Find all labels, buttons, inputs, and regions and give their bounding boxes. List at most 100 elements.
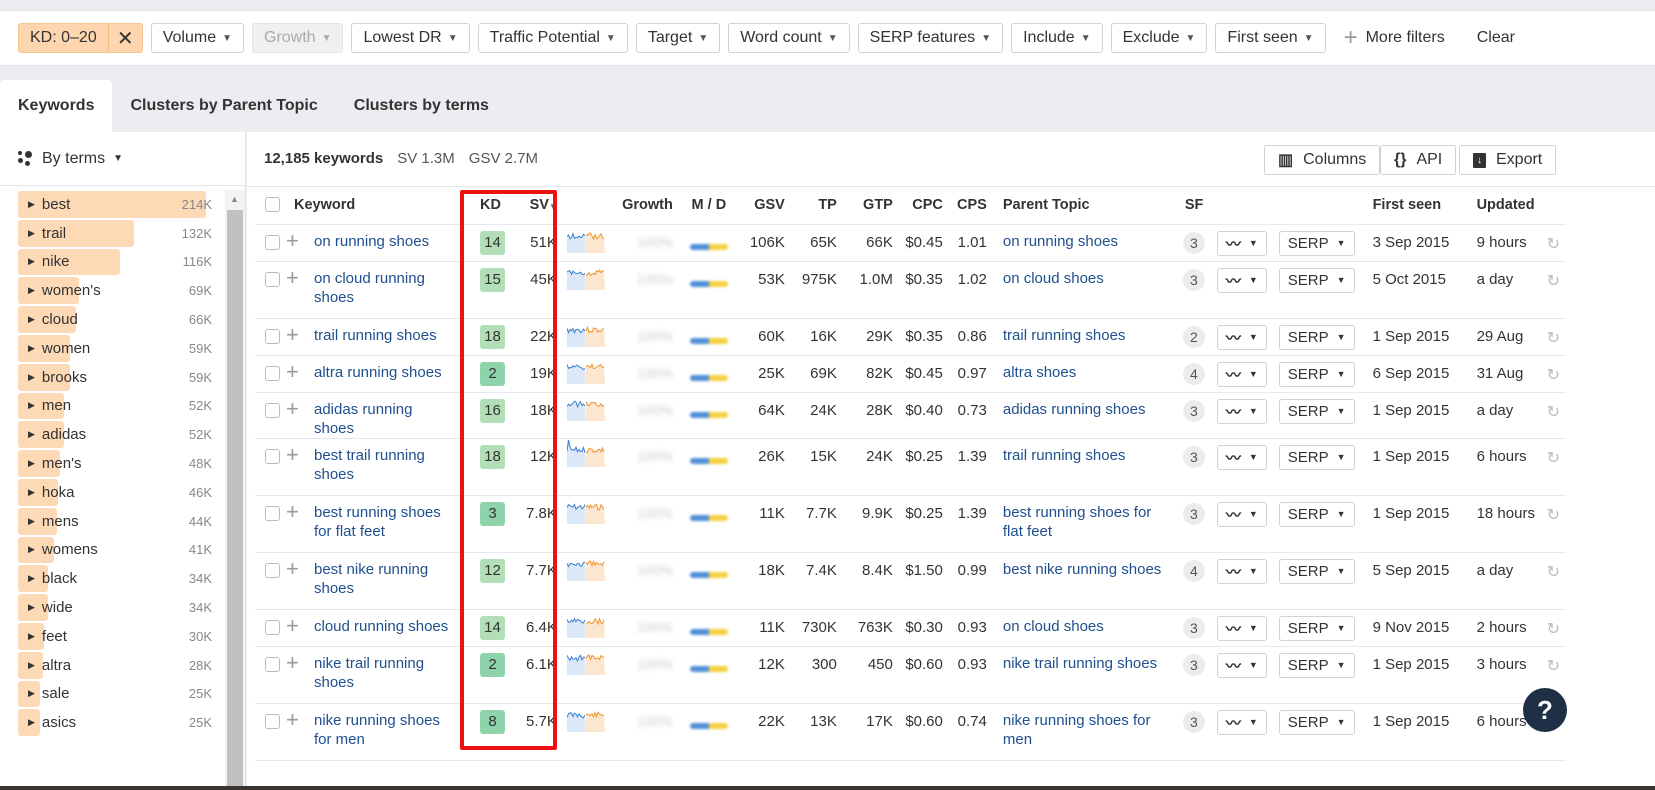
term-item[interactable]: ▶ sale 25K	[18, 680, 218, 709]
serp-dropdown[interactable]: SERP ▼	[1278, 501, 1355, 527]
term-item[interactable]: ▶ men 52K	[18, 392, 218, 421]
col-keyword[interactable]: Keyword	[286, 186, 468, 225]
parent-topic-link[interactable]: nike trail running shoes	[1003, 654, 1173, 673]
serp-dropdown[interactable]: SERP ▼	[1278, 361, 1355, 387]
serp-features-count[interactable]: 3	[1182, 616, 1205, 639]
refresh-icon[interactable]: ↻	[1547, 450, 1560, 467]
expand-triangle-icon[interactable]: ▶	[28, 544, 35, 555]
term-item[interactable]: ▶ altra 28K	[18, 651, 218, 680]
add-to-list-icon[interactable]: +	[286, 499, 299, 524]
refresh-icon[interactable]: ↻	[1547, 564, 1560, 581]
term-item[interactable]: ▶ mens 44K	[18, 507, 218, 536]
col-updated[interactable]: Updated	[1464, 186, 1543, 225]
add-to-list-icon[interactable]: +	[286, 228, 299, 253]
term-item[interactable]: ▶ hoka 46K	[18, 478, 218, 507]
parent-topic-link[interactable]: on running shoes	[1003, 232, 1173, 251]
refresh-icon[interactable]: ↻	[1547, 330, 1560, 347]
col-gtp[interactable]: GTP	[842, 186, 899, 225]
row-checkbox[interactable]	[265, 403, 280, 419]
expand-triangle-icon[interactable]: ▶	[28, 228, 35, 239]
col-growth[interactable]: Growth	[606, 186, 679, 225]
row-checkbox[interactable]	[265, 329, 280, 345]
filter-traffic-potential[interactable]: Traffic Potential ▼	[477, 23, 628, 53]
parent-topic-link[interactable]: adidas running shoes	[1003, 400, 1173, 419]
add-to-list-icon[interactable]: +	[286, 556, 299, 581]
serp-dropdown[interactable]: SERP ▼	[1278, 444, 1355, 470]
expand-triangle-icon[interactable]: ▶	[28, 429, 35, 440]
api-button[interactable]: {} API	[1380, 145, 1457, 175]
tab-clusters-by-terms[interactable]: Clusters by terms	[336, 80, 507, 132]
add-to-list-icon[interactable]: +	[286, 359, 299, 384]
refresh-icon[interactable]: ↻	[1547, 658, 1560, 675]
parent-topic-link[interactable]: trail running shoes	[1003, 446, 1173, 465]
select-all-checkbox[interactable]	[265, 197, 280, 213]
expand-triangle-icon[interactable]: ▶	[28, 314, 35, 325]
keyword-link[interactable]: best nike running shoes	[314, 560, 454, 598]
expand-triangle-icon[interactable]: ▶	[28, 458, 35, 469]
expand-triangle-icon[interactable]: ▶	[28, 717, 35, 728]
parent-topic-link[interactable]: best running shoes for flat feet	[1003, 503, 1173, 541]
filter-target[interactable]: Target ▼	[635, 23, 721, 53]
refresh-icon[interactable]: ↻	[1547, 367, 1560, 384]
sidebar-scrollbar[interactable]: ▲	[225, 190, 245, 790]
row-checkbox[interactable]	[265, 506, 280, 522]
expand-triangle-icon[interactable]: ▶	[28, 256, 35, 267]
add-to-list-icon[interactable]: +	[286, 442, 299, 467]
expand-triangle-icon[interactable]: ▶	[28, 285, 35, 296]
col-cps[interactable]: CPS	[948, 186, 993, 225]
col-cpc[interactable]: CPC	[898, 186, 949, 225]
add-to-list-icon[interactable]: +	[286, 265, 299, 290]
keyword-link[interactable]: on cloud running shoes	[314, 269, 454, 307]
serp-features-count[interactable]: 2	[1182, 325, 1205, 348]
serp-features-count[interactable]: 3	[1182, 653, 1205, 676]
col-md[interactable]: M / D	[678, 186, 739, 225]
chart-dropdown[interactable]: 〰 ▼	[1216, 558, 1267, 584]
row-checkbox[interactable]	[265, 272, 280, 288]
chart-dropdown[interactable]: 〰 ▼	[1216, 267, 1267, 293]
term-item[interactable]: ▶ brooks 59K	[18, 363, 218, 392]
term-item[interactable]: ▶ men's 48K	[18, 449, 218, 478]
serp-features-count[interactable]: 3	[1182, 502, 1205, 525]
serp-features-count[interactable]: 4	[1182, 559, 1205, 582]
row-checkbox[interactable]	[265, 366, 280, 382]
col-first-seen[interactable]: First seen	[1360, 186, 1465, 225]
expand-triangle-icon[interactable]: ▶	[28, 602, 35, 613]
keyword-link[interactable]: nike running shoes for men	[314, 711, 454, 749]
row-checkbox[interactable]	[265, 449, 280, 465]
parent-topic-link[interactable]: trail running shoes	[1003, 326, 1173, 345]
keyword-link[interactable]: cloud running shoes	[314, 617, 454, 636]
expand-triangle-icon[interactable]: ▶	[28, 631, 35, 642]
term-item[interactable]: ▶ women 59K	[18, 334, 218, 363]
term-item[interactable]: ▶ trail 132K	[18, 219, 218, 248]
row-checkbox[interactable]	[265, 563, 280, 579]
add-to-list-icon[interactable]: +	[286, 650, 299, 675]
expand-triangle-icon[interactable]: ▶	[28, 372, 35, 383]
keyword-link[interactable]: altra running shoes	[314, 363, 454, 382]
term-item[interactable]: ▶ nike 116K	[18, 248, 218, 277]
term-item[interactable]: ▶ black 34K	[18, 564, 218, 593]
col-gsv[interactable]: GSV	[738, 186, 791, 225]
term-item[interactable]: ▶ adidas 52K	[18, 420, 218, 449]
serp-dropdown[interactable]: SERP ▼	[1278, 558, 1355, 584]
expand-triangle-icon[interactable]: ▶	[28, 660, 35, 671]
columns-button[interactable]: ▥ Columns	[1264, 145, 1381, 175]
parent-topic-link[interactable]: best nike running shoes	[1003, 560, 1173, 579]
col-sf[interactable]: SF	[1178, 186, 1211, 225]
export-button[interactable]: ↓ Export	[1459, 145, 1557, 175]
expand-triangle-icon[interactable]: ▶	[28, 573, 35, 584]
chart-dropdown[interactable]: 〰 ▼	[1216, 230, 1267, 256]
term-item[interactable]: ▶ womens 41K	[18, 536, 218, 565]
term-item[interactable]: ▶ asics 25K	[18, 708, 218, 737]
serp-features-count[interactable]: 3	[1182, 710, 1205, 733]
col-sv[interactable]: SV▼	[520, 186, 563, 225]
chart-dropdown[interactable]: 〰 ▼	[1216, 324, 1267, 350]
chart-dropdown[interactable]: 〰 ▼	[1216, 361, 1267, 387]
add-to-list-icon[interactable]: +	[286, 396, 299, 421]
filter-include[interactable]: Include ▼	[1011, 23, 1103, 53]
refresh-icon[interactable]: ↻	[1547, 273, 1560, 290]
serp-dropdown[interactable]: SERP ▼	[1278, 615, 1355, 641]
keyword-link[interactable]: trail running shoes	[314, 326, 454, 345]
parent-topic-link[interactable]: nike running shoes for men	[1003, 711, 1173, 749]
tab-keywords[interactable]: Keywords	[0, 80, 113, 132]
term-item[interactable]: ▶ best 214K	[18, 190, 218, 219]
